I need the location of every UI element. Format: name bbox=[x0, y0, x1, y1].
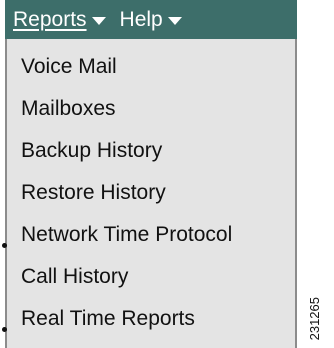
background-dot bbox=[2, 243, 7, 248]
menu-item-label: Restore History bbox=[21, 181, 166, 204]
menu-bar: Reports Help bbox=[5, 0, 297, 39]
caret-down-icon bbox=[91, 16, 106, 25]
caret-down-icon bbox=[167, 16, 182, 25]
menu-item-label: Real Time Reports bbox=[21, 307, 195, 330]
menu-item-backup-history[interactable]: Backup History bbox=[7, 130, 295, 172]
background-dot bbox=[2, 327, 7, 332]
menu-reports[interactable]: Reports bbox=[13, 9, 106, 30]
figure-id-label: 231265 bbox=[307, 296, 322, 340]
menu-item-network-time-protocol[interactable]: Network Time Protocol bbox=[7, 214, 295, 256]
menu-item-real-time-reports[interactable]: Real Time Reports bbox=[7, 298, 295, 340]
menu-item-label: Mailboxes bbox=[21, 97, 116, 120]
reports-dropdown-menu: Voice Mail Mailboxes Backup History Rest… bbox=[5, 39, 297, 348]
menu-help[interactable]: Help bbox=[120, 9, 182, 30]
menu-reports-label: Reports bbox=[13, 8, 87, 31]
menu-item-voice-mail[interactable]: Voice Mail bbox=[7, 46, 295, 88]
menu-item-label: Call History bbox=[21, 265, 129, 288]
menu-item-label: Backup History bbox=[21, 139, 163, 162]
menu-help-label: Help bbox=[119, 8, 163, 31]
menu-item-call-history[interactable]: Call History bbox=[7, 256, 295, 298]
menu-item-restore-history[interactable]: Restore History bbox=[7, 172, 295, 214]
menu-item-label: Network Time Protocol bbox=[21, 223, 233, 246]
menu-item-mailboxes[interactable]: Mailboxes bbox=[7, 88, 295, 130]
menu-item-label: Voice Mail bbox=[21, 55, 117, 78]
